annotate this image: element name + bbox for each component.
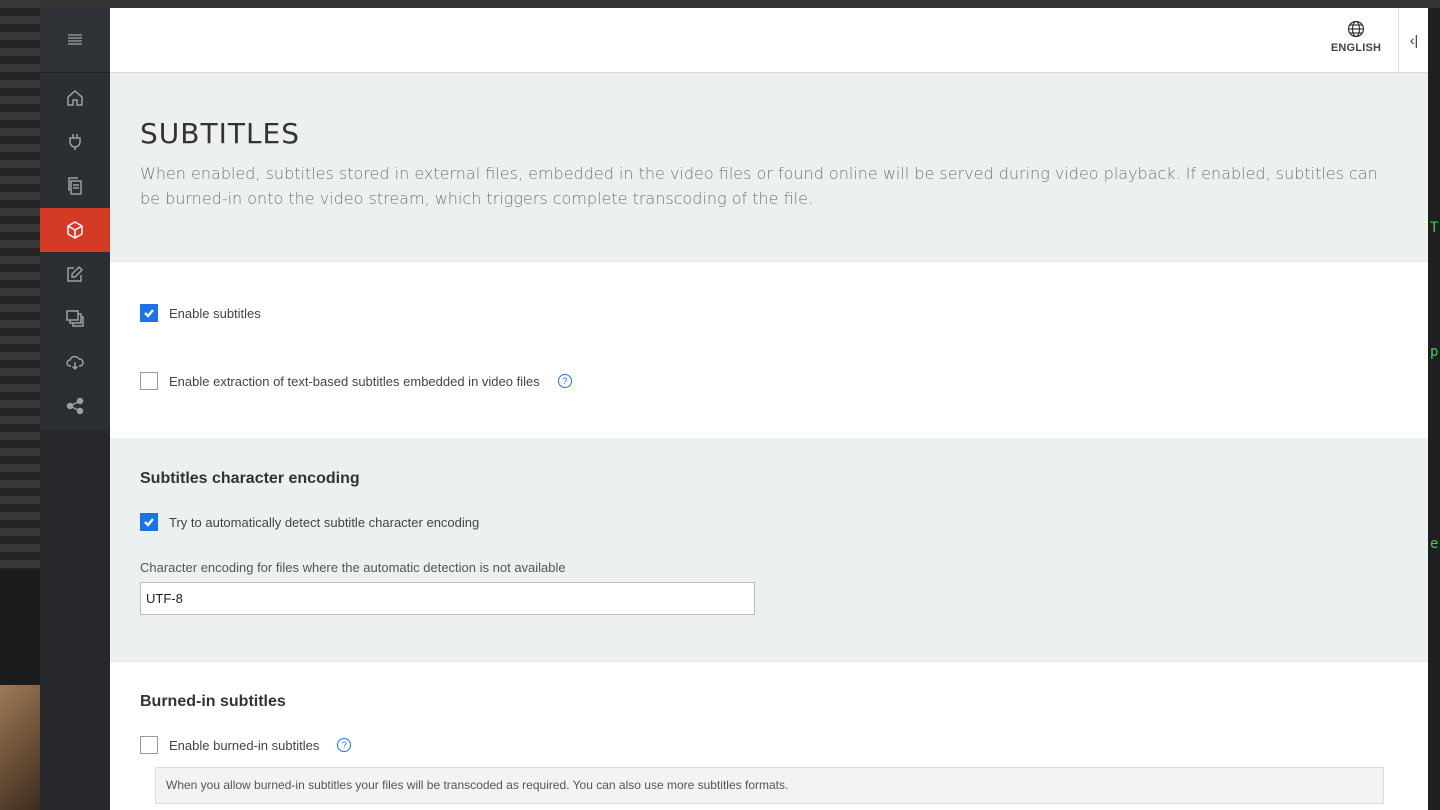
cube-icon xyxy=(67,221,83,239)
help-icon[interactable]: ? xyxy=(557,374,572,388)
desktop-dark-area xyxy=(0,570,40,685)
collapse-panel-button[interactable]: ‹| xyxy=(1398,8,1428,72)
home-icon xyxy=(67,90,83,106)
sidebar-menu-button[interactable] xyxy=(40,8,110,73)
page-hero: SUBTITLES When enabled, subtitles stored… xyxy=(110,73,1428,261)
encoding-section: Subtitles character encoding Try to auto… xyxy=(110,438,1428,661)
desktop-background xyxy=(0,0,40,810)
sidebar-item-edit[interactable] xyxy=(40,252,110,296)
globe-icon xyxy=(1347,20,1365,38)
window-top-edge xyxy=(40,0,1440,8)
sidebar-item-plugins[interactable] xyxy=(40,120,110,164)
enable-subtitles-row: Enable subtitles xyxy=(140,304,261,322)
enable-subtitles-label: Enable subtitles xyxy=(169,305,261,321)
auto-detect-label: Try to automatically detect subtitle cha… xyxy=(169,514,480,530)
enable-extraction-label: Enable extraction of text-based subtitle… xyxy=(169,373,540,389)
general-section: Enable subtitles Enable extraction of te… xyxy=(110,261,1428,439)
top-header: ENGLISH ‹| xyxy=(110,8,1428,73)
fallback-encoding-input[interactable] xyxy=(140,582,755,615)
help-icon[interactable]: ? xyxy=(337,738,352,752)
desktop-pattern xyxy=(0,0,40,570)
documents-icon xyxy=(68,177,82,195)
cloud-icon xyxy=(66,355,84,371)
sidebar xyxy=(40,8,110,810)
language-label: ENGLISH xyxy=(1330,42,1382,54)
sidebar-item-subtitles[interactable] xyxy=(40,208,110,252)
sidebar-item-files[interactable] xyxy=(40,164,110,208)
enable-burned-in-checkbox[interactable] xyxy=(140,736,158,754)
sidebar-item-home[interactable] xyxy=(40,76,110,120)
plug-icon xyxy=(69,134,81,150)
auto-detect-row: Try to automatically detect subtitle cha… xyxy=(140,513,479,531)
enable-burned-in-label: Enable burned-in subtitles xyxy=(169,737,320,753)
auto-detect-checkbox[interactable] xyxy=(140,513,158,531)
background-terminal-edge: T p e xyxy=(1428,8,1440,810)
burned-in-section-title: Burned-in subtitles xyxy=(140,693,286,710)
sidebar-item-share[interactable] xyxy=(40,384,110,428)
encoding-section-title: Subtitles character encoding xyxy=(140,470,360,487)
fallback-encoding-label: Character encoding for files where the a… xyxy=(140,560,566,575)
sidebar-empty-area xyxy=(40,430,110,810)
sidebar-item-cloud[interactable] xyxy=(40,340,110,384)
checkmark-icon xyxy=(144,518,154,527)
checkmark-icon xyxy=(144,309,154,318)
hamburger-icon xyxy=(68,34,82,45)
enable-subtitles-checkbox[interactable] xyxy=(140,304,158,322)
burned-in-info-box: When you allow burned-in subtitles your … xyxy=(155,767,1384,804)
sidebar-item-layers[interactable] xyxy=(40,296,110,340)
enable-extraction-row: Enable extraction of text-based subtitle… xyxy=(140,372,572,390)
enable-extraction-checkbox[interactable] xyxy=(140,372,158,390)
language-selector[interactable]: ENGLISH xyxy=(1322,20,1390,54)
share-icon xyxy=(66,397,84,415)
enable-burned-in-row: Enable burned-in subtitles ? xyxy=(140,736,352,754)
page-title: SUBTITLES xyxy=(140,117,301,150)
burned-in-section: Burned-in subtitles Enable burned-in sub… xyxy=(110,661,1428,810)
page-description: When enabled, subtitles stored in extern… xyxy=(140,164,1378,208)
settings-panel: ENGLISH ‹| SUBTITLES When enabled, subti… xyxy=(110,8,1428,810)
desktop-photo xyxy=(0,685,40,810)
layers-icon xyxy=(66,310,84,327)
edit-icon xyxy=(67,265,84,282)
